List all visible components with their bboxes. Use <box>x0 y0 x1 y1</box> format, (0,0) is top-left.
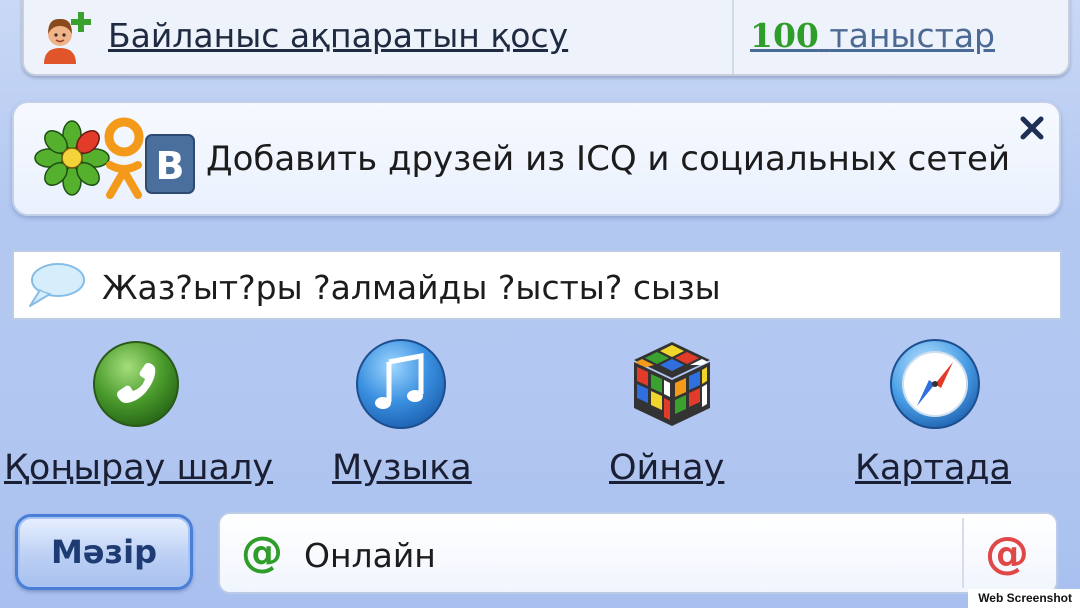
music-label: Музыка <box>332 448 472 488</box>
svg-text:@: @ <box>241 528 283 576</box>
phone-icon <box>93 341 179 427</box>
friends-link[interactable]: 100 таныстар <box>750 16 995 55</box>
watermark: Web Screenshot <box>968 589 1080 608</box>
add-friends-banner[interactable]: B Добавить друзей из ICQ и социальных се… <box>12 101 1061 216</box>
speech-bubble-icon <box>29 263 85 307</box>
music-note-icon <box>356 339 446 429</box>
friends-label: таныстар <box>829 16 996 55</box>
vk-icon: B <box>145 134 195 194</box>
online-at-icon: @ <box>241 528 283 576</box>
icq-icon <box>34 120 110 196</box>
menu-button-label: Мәзір <box>50 533 157 571</box>
rubiks-cube-icon <box>634 342 710 426</box>
add-contact-icon <box>44 12 91 64</box>
divider <box>962 518 964 588</box>
games-action[interactable]: Ойнау <box>595 334 735 494</box>
music-action[interactable]: Музыка <box>320 334 480 494</box>
online-status-select[interactable]: @ Онлайн @ <box>218 512 1058 594</box>
svg-text:@: @ <box>985 528 1029 578</box>
odnoklassniki-icon <box>104 117 144 199</box>
add-friends-text: Добавить друзей из ICQ и социальных сете… <box>206 139 1011 179</box>
divider <box>732 0 734 74</box>
games-label: Ойнау <box>609 448 725 488</box>
svg-text:B: B <box>156 144 185 188</box>
compass-icon <box>890 339 980 429</box>
status-message-field[interactable]: Жаз?ыт?ры ?алмайды ?ысты? сызы <box>12 250 1062 320</box>
friends-count: 100 <box>750 16 819 55</box>
status-message-text: Жаз?ыт?ры ?алмайды ?ысты? сызы <box>102 268 721 307</box>
map-label: Картада <box>855 448 1011 488</box>
call-action[interactable]: Қоңырау шалу <box>0 334 274 494</box>
map-action[interactable]: Картада <box>845 334 1025 494</box>
menu-button[interactable]: Мәзір <box>15 514 193 590</box>
close-icon[interactable] <box>1017 113 1047 143</box>
call-label: Қоңырау шалу <box>4 448 274 488</box>
mail-at-icon[interactable]: @ <box>982 528 1032 578</box>
add-contact-link[interactable]: Байланыс ақпаратын қосу <box>108 16 568 55</box>
contacts-panel: Байланыс ақпаратын қосу 100 таныстар <box>22 0 1070 76</box>
social-network-icons: B <box>34 117 195 199</box>
online-status-label: Онлайн <box>304 536 436 575</box>
